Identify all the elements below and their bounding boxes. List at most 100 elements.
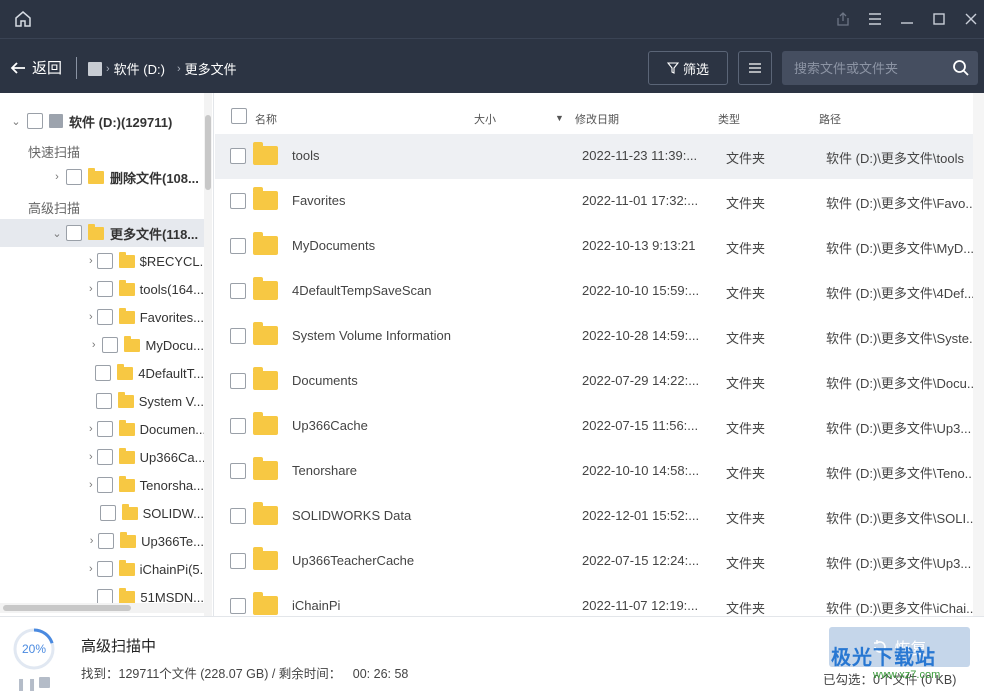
row-checkbox[interactable] <box>230 328 246 344</box>
checkbox[interactable] <box>66 169 82 185</box>
checkbox[interactable] <box>99 505 116 521</box>
filter-button[interactable]: 筛选 <box>648 51 728 85</box>
row-checkbox[interactable] <box>230 238 246 254</box>
chevron-right-icon: › <box>106 62 110 75</box>
table-row[interactable]: Documents 2022-07-29 14:22:... 文件夹 软件 (D:)\… <box>215 359 973 404</box>
table-row[interactable]: tools 2022-11-23 11:39:... 文件夹 软件 (D:)\更多文件… <box>215 134 973 179</box>
row-checkbox[interactable] <box>230 193 246 209</box>
column-header-type[interactable]: 类型 <box>718 111 740 127</box>
maximize-icon[interactable] <box>929 9 949 29</box>
file-list-scrollbar[interactable] <box>973 93 984 616</box>
file-path: 软件 (D:)\更多文件\Favo... <box>826 196 973 211</box>
table-row[interactable]: Tenorshare 2022-10-10 14:58:... 文件夹 软件 (D:)… <box>215 449 973 494</box>
chevron-right-icon[interactable]: › <box>89 339 98 351</box>
close-icon[interactable] <box>961 9 981 29</box>
row-checkbox[interactable] <box>230 508 246 524</box>
chevron-right-icon[interactable]: › <box>89 535 94 547</box>
table-row[interactable]: System Volume Information 2022-10-28 14:5… <box>215 314 973 359</box>
tree-item-folder[interactable]: › Up366Ca... <box>0 443 204 471</box>
table-row[interactable]: Up366Cache 2022-07-15 11:56:... 文件夹 软件 (D:)… <box>215 404 973 449</box>
stop-icon[interactable] <box>39 677 50 688</box>
chevron-right-icon[interactable]: › <box>89 255 93 267</box>
tree-item-folder[interactable]: › Tenorsha... <box>0 471 204 499</box>
tree-item-folder[interactable]: › MyDocu... <box>0 331 204 359</box>
pause-icon[interactable]: ❚❚ <box>16 677 38 691</box>
tree-item-folder[interactable]: › Up366Te... <box>0 527 204 555</box>
checkbox[interactable] <box>27 113 43 129</box>
checkbox[interactable] <box>96 449 113 465</box>
menu-icon[interactable] <box>865 9 885 29</box>
column-header-size[interactable]: 大小 <box>474 111 496 127</box>
row-checkbox[interactable] <box>230 553 246 569</box>
chevron-right-icon[interactable]: › <box>89 479 93 491</box>
search-icon[interactable] <box>952 59 970 77</box>
tree-item-folder[interactable]: › Favorites... <box>0 303 204 331</box>
chevron-right-icon[interactable]: › <box>89 451 93 463</box>
row-checkbox[interactable] <box>230 283 246 299</box>
chevron-right-icon[interactable]: › <box>89 283 93 295</box>
checkbox[interactable] <box>66 225 82 241</box>
found-value: 129711个文件 (228.07 GB) / 剩余时间： <box>118 667 342 681</box>
file-type: 文件夹 <box>726 421 766 436</box>
tree-item-folder[interactable]: SOLIDW... <box>0 499 204 527</box>
checkbox[interactable] <box>95 365 112 381</box>
column-header-date[interactable]: 修改日期 <box>575 111 619 127</box>
view-toggle-button[interactable] <box>738 51 772 85</box>
table-row[interactable]: iChainPi 2022-11-07 12:19:... 文件夹 软件 (D:)\更… <box>215 584 973 616</box>
sidebar-horizontal-scrollbar[interactable] <box>0 603 204 613</box>
chevron-right-icon[interactable]: › <box>89 311 93 323</box>
checkbox[interactable] <box>96 421 113 437</box>
checkbox[interactable] <box>96 281 113 297</box>
scrollbar-thumb[interactable] <box>3 605 131 611</box>
checkbox[interactable] <box>96 309 113 325</box>
minimize-icon[interactable] <box>897 9 917 29</box>
file-name: Up366Cache <box>292 418 368 433</box>
checkbox[interactable] <box>96 253 113 269</box>
tree-item-folder[interactable]: › tools(164... <box>0 275 204 303</box>
row-checkbox[interactable] <box>230 598 246 614</box>
tree-item-folder[interactable]: 4DefaultT... <box>0 359 204 387</box>
scrollbar-thumb[interactable] <box>205 115 211 190</box>
chevron-down-icon[interactable]: ⌄ <box>10 115 22 128</box>
table-row[interactable]: Up366TeacherCache 2022-07-15 12:24:... 文件夹… <box>215 539 973 584</box>
row-checkbox[interactable] <box>230 373 246 389</box>
table-row[interactable]: Favorites 2022-11-01 17:32:... 文件夹 软件 (D:)\… <box>215 179 973 224</box>
share-icon[interactable] <box>833 9 853 29</box>
tree-item-drive[interactable]: ⌄ 软件 (D:)(129711) <box>0 107 204 135</box>
column-header-name[interactable]: 名称 <box>255 111 277 127</box>
table-row[interactable]: 4DefaultTempSaveScan 2022-10-10 15:59:...… <box>215 269 973 314</box>
column-header-path[interactable]: 路径 <box>819 111 841 127</box>
tree-item-folder[interactable]: › $RECYCL... <box>0 247 204 275</box>
home-icon[interactable] <box>13 9 33 29</box>
checkbox[interactable] <box>96 477 113 493</box>
tree-item-folder[interactable]: › Documen... <box>0 415 204 443</box>
breadcrumb-folder[interactable]: 更多文件 <box>185 59 237 78</box>
checkbox[interactable] <box>98 533 115 549</box>
back-button[interactable]: 返回 <box>10 57 62 78</box>
select-all-checkbox[interactable] <box>231 108 247 124</box>
tree-item-more-files[interactable]: ⌄ 更多文件(118... <box>0 219 204 247</box>
file-name: System Volume Information <box>292 328 451 343</box>
table-row[interactable]: MyDocuments 2022-10-13 9:13:21 文件夹 软件 (D:)\… <box>215 224 973 269</box>
search-input[interactable] <box>782 51 942 85</box>
tree-item-deleted[interactable]: › 删除文件(108... <box>0 163 204 191</box>
checkbox[interactable] <box>102 337 119 353</box>
file-name: MyDocuments <box>292 238 376 253</box>
row-checkbox[interactable] <box>230 463 246 479</box>
tree-item-folder[interactable]: › iChainPi(5... <box>0 555 204 583</box>
checkbox[interactable] <box>96 561 113 577</box>
checkbox[interactable] <box>95 393 112 409</box>
sidebar-vertical-scrollbar[interactable] <box>204 93 212 616</box>
chevron-right-icon[interactable]: › <box>89 563 93 575</box>
row-checkbox[interactable] <box>230 418 246 434</box>
breadcrumb-drive[interactable]: 软件 (D:) <box>114 59 165 78</box>
chevron-right-icon[interactable]: › <box>89 423 93 435</box>
tree-item-folder[interactable]: System V... <box>0 387 204 415</box>
folder-icon <box>253 187 278 210</box>
chevron-down-icon[interactable]: ⌄ <box>51 227 63 240</box>
modified-date: 2022-07-15 11:56:... <box>582 418 699 433</box>
row-checkbox[interactable] <box>230 148 246 164</box>
table-row[interactable]: SOLIDWORKS Data 2022-12-01 15:52:... 文件夹 软件… <box>215 494 973 539</box>
sort-down-icon[interactable]: ▼ <box>555 113 564 123</box>
chevron-right-icon[interactable]: › <box>51 171 63 183</box>
